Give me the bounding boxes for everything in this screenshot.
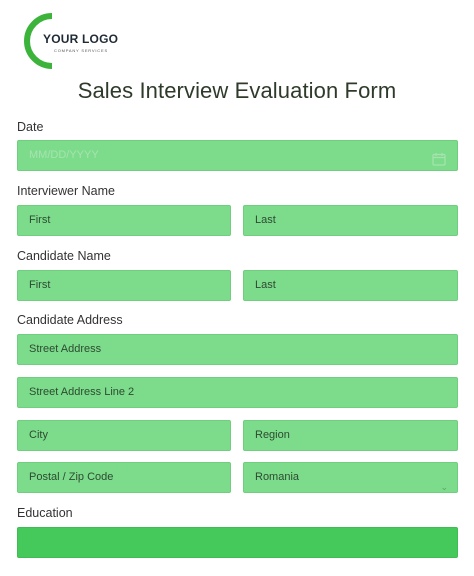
interviewer-last-name-input[interactable]: Last — [243, 205, 458, 236]
country-select-value: Romania — [255, 471, 300, 483]
candidate-first-name-input[interactable]: First — [17, 270, 231, 301]
date-year-placeholder: YYYY — [69, 149, 99, 161]
interviewer-first-name-input[interactable]: First — [17, 205, 231, 236]
candidate-address-label: Candidate Address — [17, 313, 123, 327]
date-input[interactable]: MM/DD/YYYY — [17, 140, 458, 171]
company-logo: YOUR LOGO COMPANY SERVICES — [24, 13, 134, 69]
education-input[interactable] — [17, 527, 458, 558]
region-input[interactable]: Region — [243, 420, 458, 451]
calendar-icon[interactable] — [432, 149, 446, 170]
date-month-placeholder: MM — [29, 149, 48, 161]
country-select[interactable]: Romania ⌄ — [243, 462, 458, 493]
logo-text: YOUR LOGO — [43, 32, 119, 46]
candidate-last-name-input[interactable]: Last — [243, 270, 458, 301]
street-address-line2-input[interactable]: Street Address Line 2 — [17, 377, 458, 408]
street-address-input[interactable]: Street Address — [17, 334, 458, 365]
logo-subtext: COMPANY SERVICES — [54, 48, 108, 53]
date-day-placeholder: DD — [50, 149, 67, 161]
city-input[interactable]: City — [17, 420, 231, 451]
chevron-down-icon: ⌄ — [440, 482, 448, 492]
education-label: Education — [17, 506, 73, 520]
form-title: Sales Interview Evaluation Form — [77, 78, 397, 103]
date-label: Date — [17, 120, 44, 134]
interviewer-name-label: Interviewer Name — [17, 184, 115, 198]
postal-code-input[interactable]: Postal / Zip Code — [17, 462, 231, 493]
candidate-name-label: Candidate Name — [17, 249, 111, 263]
